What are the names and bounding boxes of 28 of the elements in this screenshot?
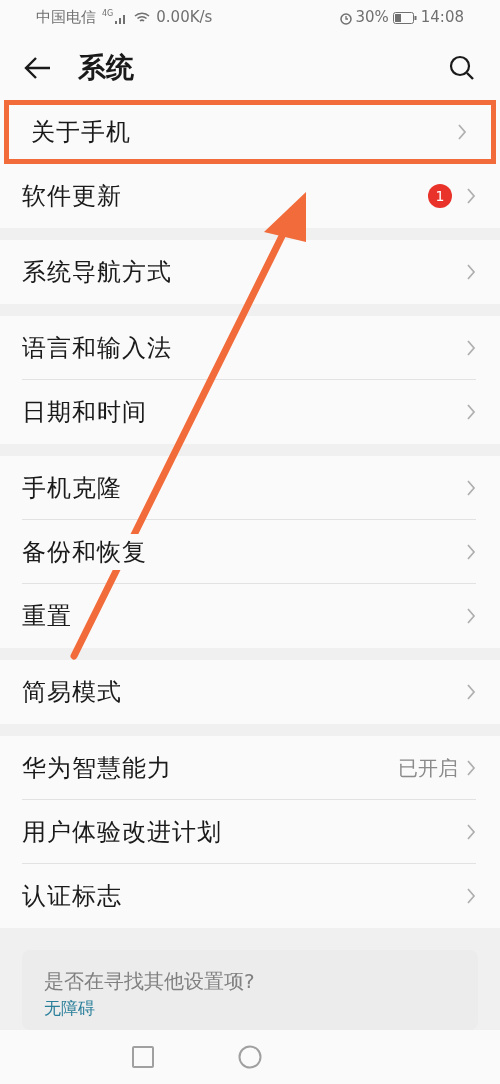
chevron-right-icon xyxy=(466,479,476,497)
row-value: 已开启 xyxy=(398,755,458,782)
clock-text: 14:08 xyxy=(420,7,464,29)
page-title: 系统 xyxy=(78,49,135,86)
carrier-text: 中国电信 xyxy=(36,7,96,29)
chevron-right-icon xyxy=(466,823,476,841)
chevron-right-icon xyxy=(466,263,476,281)
chevron-right-icon xyxy=(466,339,476,357)
chevron-right-icon xyxy=(466,887,476,905)
battery-percent: 30% xyxy=(355,7,389,29)
chevron-right-icon xyxy=(466,759,476,777)
suggestion-link[interactable]: 无障碍 xyxy=(44,998,95,1018)
chevron-right-icon xyxy=(466,187,476,205)
chevron-right-icon xyxy=(457,123,467,141)
settings-row[interactable]: 关于手机 xyxy=(4,100,496,164)
search-icon[interactable] xyxy=(448,53,476,82)
battery-icon xyxy=(392,11,417,24)
chevron-right-icon xyxy=(466,403,476,421)
suggestion-title: 是否在寻找其他设置项? xyxy=(44,968,256,995)
speed-text: 0.00K/s xyxy=(156,7,213,29)
chevron-right-icon xyxy=(466,607,476,625)
alarm-icon xyxy=(339,10,354,25)
back-arrow-icon[interactable] xyxy=(24,55,52,80)
network-text: 4G xyxy=(102,8,114,20)
wifi-icon xyxy=(134,11,151,24)
chevron-right-icon xyxy=(466,543,476,561)
notification-badge: 1 xyxy=(428,184,452,208)
chevron-right-icon xyxy=(466,683,476,701)
